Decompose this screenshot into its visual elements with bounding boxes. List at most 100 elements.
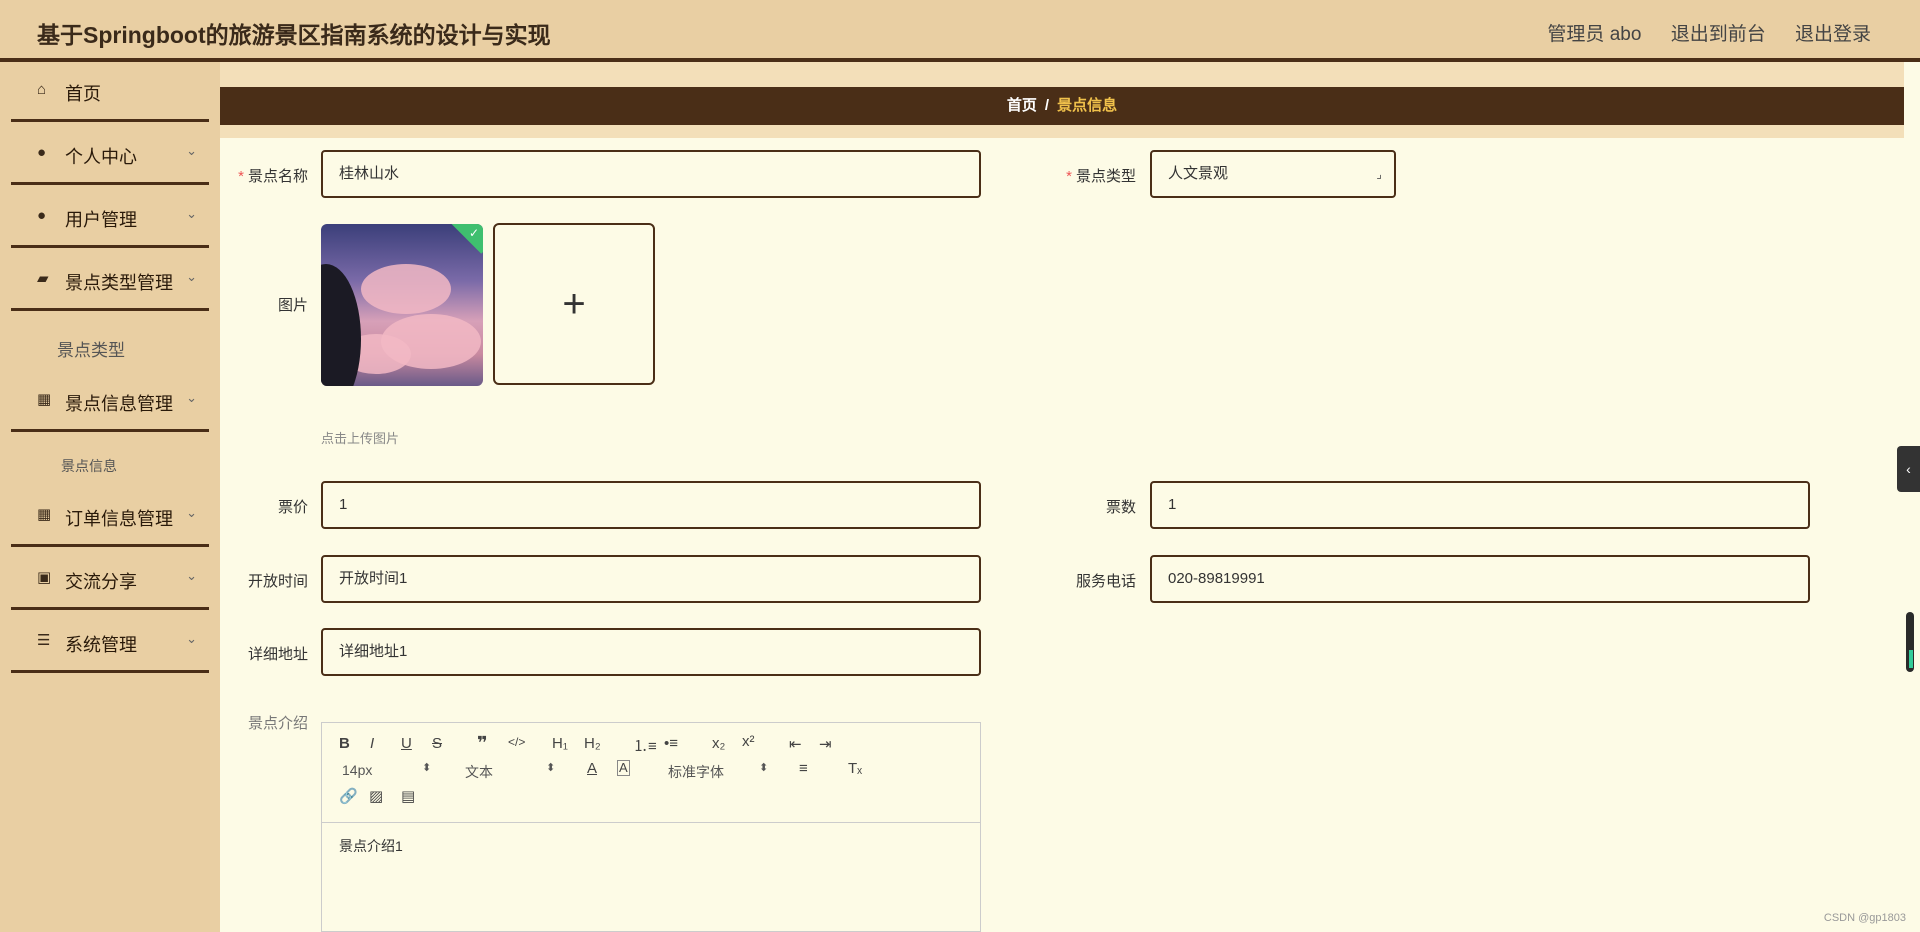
spot-name-label: * 景点名称 (238, 168, 308, 185)
count-input[interactable]: 1 (1150, 481, 1810, 529)
logout-link[interactable]: 退出登录 (1795, 24, 1871, 45)
plus-icon: + (562, 282, 586, 326)
breadcrumb-home[interactable]: 首页 (1007, 97, 1037, 114)
spot-name-input[interactable]: 桂林山水 (321, 150, 981, 198)
user-icon: ● (37, 144, 47, 161)
address-label: 详细地址 (247, 646, 308, 663)
link-icon[interactable]: 🔗 (339, 787, 358, 805)
video-icon[interactable]: ▤ (401, 787, 415, 805)
rich-text-editor: B I U S ❞ </> H₁ H₂ ⒈≡ •≡ x₂ x² ⇤ ⇥ 14px… (321, 722, 981, 932)
block-format-select[interactable]: 文本 (465, 762, 493, 782)
clipboard-icon: ▣ (37, 569, 52, 586)
heading1-icon[interactable]: H₁ (552, 735, 568, 752)
outdent-icon[interactable]: ⇤ (789, 735, 802, 753)
sort-icon: ⬍ (422, 762, 432, 774)
bullet-list-icon[interactable]: •≡ (664, 735, 678, 752)
font-size-select[interactable]: 14px (342, 762, 372, 778)
editor-content[interactable]: 景点介绍1 (339, 836, 403, 856)
spot-type-label: * 景点类型 (1066, 168, 1136, 185)
image-icon[interactable]: ▨ (369, 787, 383, 805)
sidebar-item-label: 景点类型管理 (65, 273, 173, 293)
scrollbar-indicator (1909, 650, 1913, 668)
top-header: 基于Springboot的旅游景区指南系统的设计与实现 管理员 abo 退出到前… (0, 0, 1920, 62)
sidebar-item-label: 交流分享 (65, 572, 137, 592)
chevron-down-icon: ⌄ (186, 568, 197, 583)
header-nav: 管理员 abo 退出到前台 退出登录 (1523, 19, 1871, 46)
breadcrumb-area: 首页 / 景点信息 (220, 62, 1904, 138)
background-color-icon[interactable]: A (617, 760, 630, 776)
sidebar-item-home[interactable]: ⌂ 首页 (11, 62, 209, 122)
spot-type-value: 人文景观 (1168, 165, 1229, 182)
count-label: 票数 (1105, 499, 1136, 516)
select-arrow-icon: ⌟ (1376, 167, 1382, 181)
sidebar-item-label: 景点信息管理 (65, 394, 173, 414)
submenu-spot-info[interactable]: 景点信息 (61, 456, 281, 476)
sidebar-item-share[interactable]: ▣ 交流分享 ⌄ (11, 550, 209, 610)
chevron-down-icon: ⌄ (186, 269, 197, 284)
breadcrumb: 首页 / 景点信息 (220, 87, 1904, 125)
sliders-icon: ☰ (37, 632, 51, 649)
uploaded-image-thumbnail[interactable]: ✓ (321, 224, 483, 386)
chevron-down-icon: ⌄ (186, 390, 197, 405)
font-family-select[interactable]: 标准字体 (668, 762, 724, 782)
sidebar-item-type-mgmt[interactable]: ▰ 景点类型管理 ⌄ (11, 251, 209, 311)
home-icon: ⌂ (37, 81, 47, 98)
go-front-link[interactable]: 退出到前台 (1671, 24, 1766, 45)
price-input[interactable]: 1 (321, 481, 981, 529)
sidebar-item-label: 首页 (65, 84, 101, 104)
underline-icon[interactable]: U (401, 735, 412, 752)
clear-format-icon[interactable]: Tₓ (848, 760, 862, 777)
side-collapse-tab[interactable]: ‹ (1897, 446, 1920, 492)
intro-label: 景点介绍 (247, 715, 308, 732)
editor-toolbar: B I U S ❞ </> H₁ H₂ ⒈≡ •≡ x₂ x² ⇤ ⇥ 14px… (322, 723, 980, 823)
code-icon[interactable]: </> (508, 735, 525, 749)
upload-image-button[interactable]: + (493, 223, 655, 385)
admin-user-link[interactable]: 管理员 abo (1547, 24, 1641, 45)
open-time-input[interactable]: 开放时间1 (321, 555, 981, 603)
chevron-left-icon: ‹ (1906, 461, 1911, 477)
sidebar-item-label: 订单信息管理 (65, 509, 173, 529)
subscript-icon[interactable]: x₂ (712, 735, 725, 752)
strikethrough-icon[interactable]: S (432, 735, 442, 752)
italic-icon[interactable]: I (370, 735, 374, 752)
indent-icon[interactable]: ⇥ (819, 735, 832, 753)
wallet-icon: ▰ (37, 270, 49, 287)
align-icon[interactable]: ≡ (799, 760, 808, 777)
sidebar-item-label: 个人中心 (65, 147, 137, 167)
check-icon: ✓ (468, 226, 479, 240)
heading2-icon[interactable]: H₂ (584, 735, 601, 752)
breadcrumb-current: 景点信息 (1057, 97, 1118, 114)
address-input[interactable]: 详细地址1 (321, 628, 981, 676)
superscript-icon[interactable]: x² (742, 733, 755, 750)
user-icon: ● (37, 207, 47, 224)
open-time-label: 开放时间 (247, 573, 308, 590)
sidebar-item-personal[interactable]: ● 个人中心 ⌄ (11, 125, 209, 185)
chevron-down-icon: ⌄ (186, 206, 197, 221)
image-label: 图片 (277, 297, 308, 314)
chevron-down-icon: ⌄ (186, 631, 197, 646)
submenu-spot-type[interactable]: 景点类型 (57, 336, 277, 361)
phone-input[interactable]: 020-89819991 (1150, 555, 1810, 603)
blockquote-icon[interactable]: ❞ (477, 733, 488, 754)
phone-label: 服务电话 (1075, 573, 1136, 590)
ordered-list-icon[interactable]: ⒈≡ (633, 735, 657, 756)
font-color-icon[interactable]: A (587, 760, 597, 777)
bold-icon[interactable]: B (339, 735, 350, 752)
breadcrumb-separator: / (1044, 97, 1050, 114)
sidebar-item-orders[interactable]: ▦ 订单信息管理 ⌄ (11, 487, 209, 547)
chevron-down-icon: ⌄ (186, 505, 197, 520)
sidebar-item-system[interactable]: ☰ 系统管理 ⌄ (11, 613, 209, 673)
sort-icon: ⬍ (546, 762, 556, 774)
sidebar: ⌂ 首页 ● 个人中心 ⌄ ● 用户管理 ⌄ ▰ 景点类型管理 ⌄ 景点类型 ▦… (0, 62, 220, 932)
sidebar-item-users[interactable]: ● 用户管理 ⌄ (11, 188, 209, 248)
sidebar-item-info-mgmt[interactable]: ▦ 景点信息管理 ⌄ (11, 372, 209, 432)
price-label: 票价 (277, 499, 308, 516)
grid-icon: ▦ (37, 506, 52, 523)
app-title: 基于Springboot的旅游景区指南系统的设计与实现 (37, 22, 551, 48)
spot-type-select[interactable]: 人文景观 ⌟ (1150, 150, 1396, 198)
chevron-down-icon: ⌄ (186, 143, 197, 158)
sort-icon: ⬍ (759, 762, 769, 774)
sidebar-item-label: 系统管理 (65, 635, 137, 655)
sidebar-item-label: 用户管理 (65, 210, 137, 230)
grid-icon: ▦ (37, 391, 52, 408)
